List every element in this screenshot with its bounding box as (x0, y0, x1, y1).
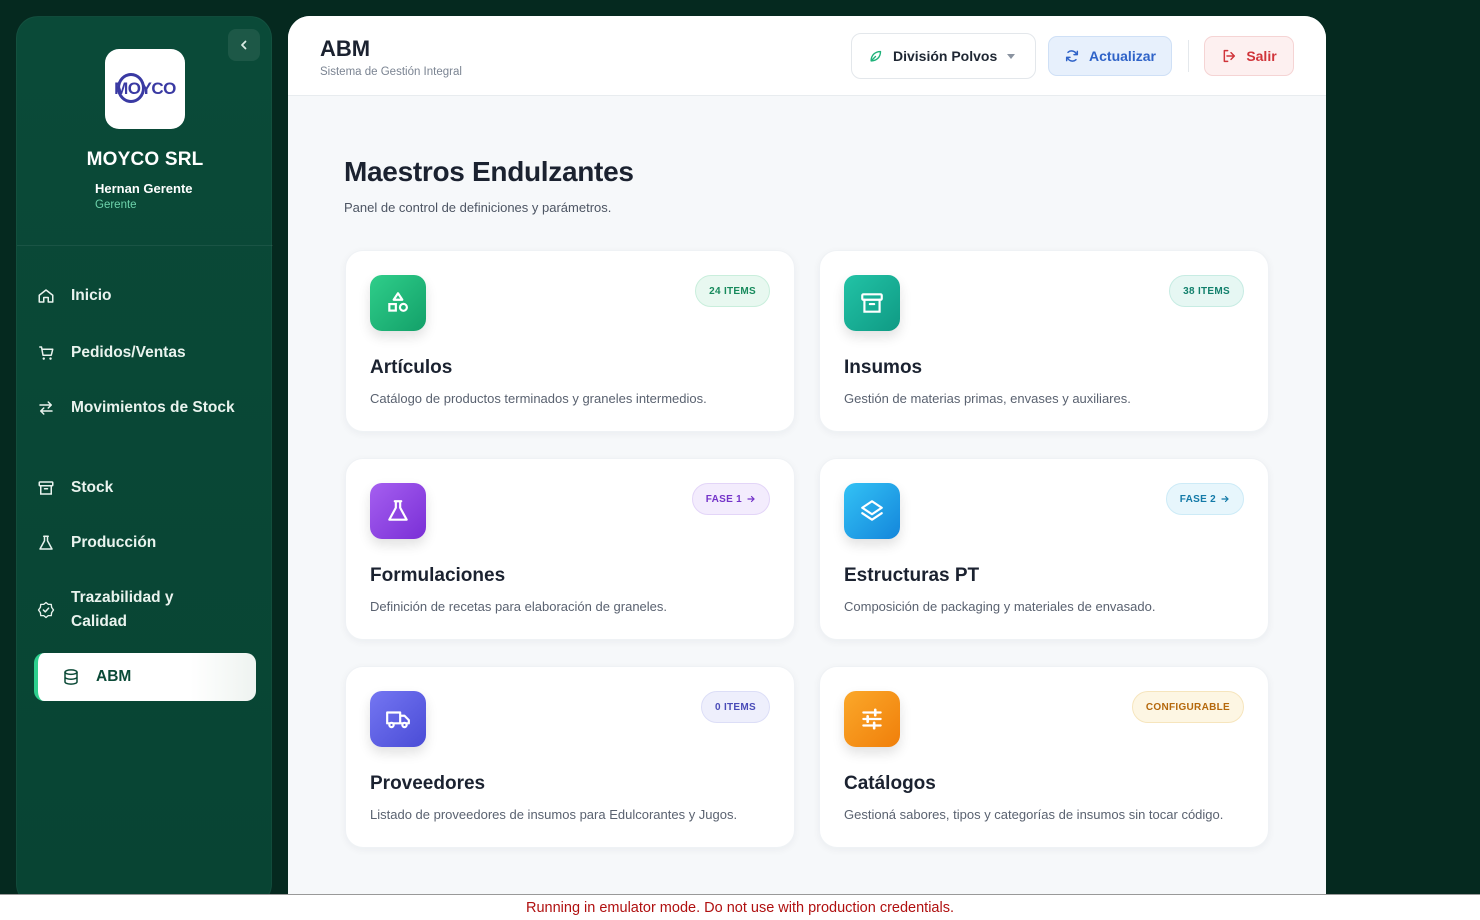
arrow-right-icon (1221, 495, 1229, 503)
layers-icon (844, 483, 900, 539)
archive-icon (844, 275, 900, 331)
shapes-icon (370, 275, 426, 331)
card-formulaciones[interactable]: FASE 1 Formulaciones Definición de recet… (345, 458, 795, 640)
sidebar-item-inicio[interactable]: Inicio (35, 284, 257, 308)
phase-badge: FASE 1 (691, 483, 770, 515)
card-estructuras-pt[interactable]: FASE 2 Estructuras PT Composición de pac… (819, 458, 1269, 640)
page-subtitle: Panel de control de definiciones y parám… (344, 200, 612, 215)
badge-check-icon (35, 599, 57, 621)
sidebar-item-pedidos-ventas[interactable]: Pedidos/Ventas (35, 341, 257, 365)
sidebar-item-label: Inicio (71, 287, 112, 304)
top-bar: ABM Sistema de Gestión Integral División… (288, 16, 1326, 96)
sidebar-item-stock[interactable]: Stock (35, 476, 257, 500)
main-panel: ABM Sistema de Gestión Integral División… (288, 16, 1326, 906)
arrow-right-icon (747, 495, 755, 503)
header-title: ABM (320, 36, 371, 61)
sidebar-item-produccion[interactable]: Producción (35, 531, 257, 555)
phase-badge: FASE 2 (1165, 483, 1244, 515)
archive-icon (35, 477, 57, 499)
flask-icon (370, 483, 426, 539)
chevron-left-icon (241, 40, 247, 50)
logout-button[interactable]: Salir (1204, 36, 1294, 76)
card-proveedores[interactable]: 0 ITEMS Proveedores Listado de proveedor… (345, 666, 795, 848)
card-insumos[interactable]: 38 ITEMS Insumos Gestión de materias pri… (819, 250, 1269, 432)
sidebar-item-label: Trazabilidad y Calidad (71, 589, 174, 630)
sidebar-item-label: ABM (96, 668, 132, 685)
card-description: Catálogo de productos terminados y grane… (370, 391, 707, 406)
header-subtitle: Sistema de Gestión Integral (320, 66, 462, 78)
card-description: Gestión de materias primas, envases y au… (844, 391, 1131, 406)
chevron-down-icon (1007, 54, 1015, 59)
card-title: Estructuras PT (844, 565, 980, 586)
card-title: Insumos (844, 357, 923, 378)
refresh-button[interactable]: Actualizar (1048, 36, 1172, 76)
logout-button-label: Salir (1246, 48, 1277, 64)
item-count-badge: 24 ITEMS (695, 275, 770, 307)
sidebar-item-label: Producción (71, 534, 157, 551)
user-role: Gerente (95, 199, 137, 211)
division-select-value: División Polvos (893, 48, 998, 64)
phase-badge-label: FASE 1 (705, 493, 742, 505)
sidebar-item-movimientos-stock[interactable]: Movimientos de Stock (35, 396, 235, 420)
collapse-sidebar-button[interactable] (228, 29, 260, 61)
home-icon (35, 285, 57, 307)
card-catalogos[interactable]: CONFIGURABLE Catálogos Gestioná sabores,… (819, 666, 1269, 848)
card-description: Gestioná sabores, tipos y categorías de … (844, 807, 1224, 822)
cart-icon (35, 342, 57, 364)
configurable-badge: CONFIGURABLE (1131, 691, 1244, 723)
emulator-warning-text: Running in emulator mode. Do not use wit… (526, 899, 954, 916)
card-title: Catálogos (844, 773, 936, 794)
item-count-badge: 0 ITEMS (701, 691, 770, 723)
company-name: MOYCO SRL (86, 149, 204, 170)
phase-badge-label: FASE 2 (1179, 493, 1216, 505)
leaf-icon (868, 49, 884, 64)
card-title: Proveedores (370, 773, 486, 794)
card-description: Composición de packaging y materiales de… (844, 599, 1156, 614)
card-title: Formulaciones (370, 565, 506, 586)
logout-icon (1221, 48, 1237, 64)
sidebar-item-label: Pedidos/Ventas (71, 344, 186, 361)
sidebar-item-label: Movimientos de Stock (71, 399, 235, 416)
sliders-icon (844, 691, 900, 747)
sidebar-item-abm[interactable]: ABM (34, 653, 256, 701)
user-name: Hernan Gerente (95, 181, 193, 196)
sidebar-item-trazabilidad[interactable]: Trazabilidad y Calidad (35, 586, 215, 634)
database-icon (60, 666, 82, 688)
card-description: Definición de recetas para elaboración d… (370, 599, 668, 614)
page-title: Maestros Endulzantes (344, 156, 634, 187)
sidebar-item-label: Stock (71, 479, 114, 496)
truck-icon (370, 691, 426, 747)
sidebar-divider (17, 245, 273, 246)
emulator-warning-bar: Running in emulator mode. Do not use wit… (0, 894, 1480, 920)
toolbar-divider (1188, 40, 1189, 72)
card-title: Artículos (370, 357, 453, 378)
item-count-badge: 38 ITEMS (1169, 275, 1244, 307)
sidebar: MOYCO MOYCO SRL Hernan Gerente Gerente I… (16, 16, 273, 906)
card-articulos[interactable]: 24 ITEMS Artículos Catálogo de productos… (345, 250, 795, 432)
division-select[interactable]: División Polvos (851, 33, 1036, 79)
flask-icon (35, 532, 57, 554)
arrows-swap-icon (35, 397, 57, 419)
refresh-icon (1064, 48, 1080, 64)
company-logo: MOYCO (105, 49, 185, 129)
refresh-button-label: Actualizar (1089, 48, 1156, 64)
logo-text: MOYCO (114, 79, 176, 98)
card-description: Listado de proveedores de insumos para E… (370, 807, 738, 822)
